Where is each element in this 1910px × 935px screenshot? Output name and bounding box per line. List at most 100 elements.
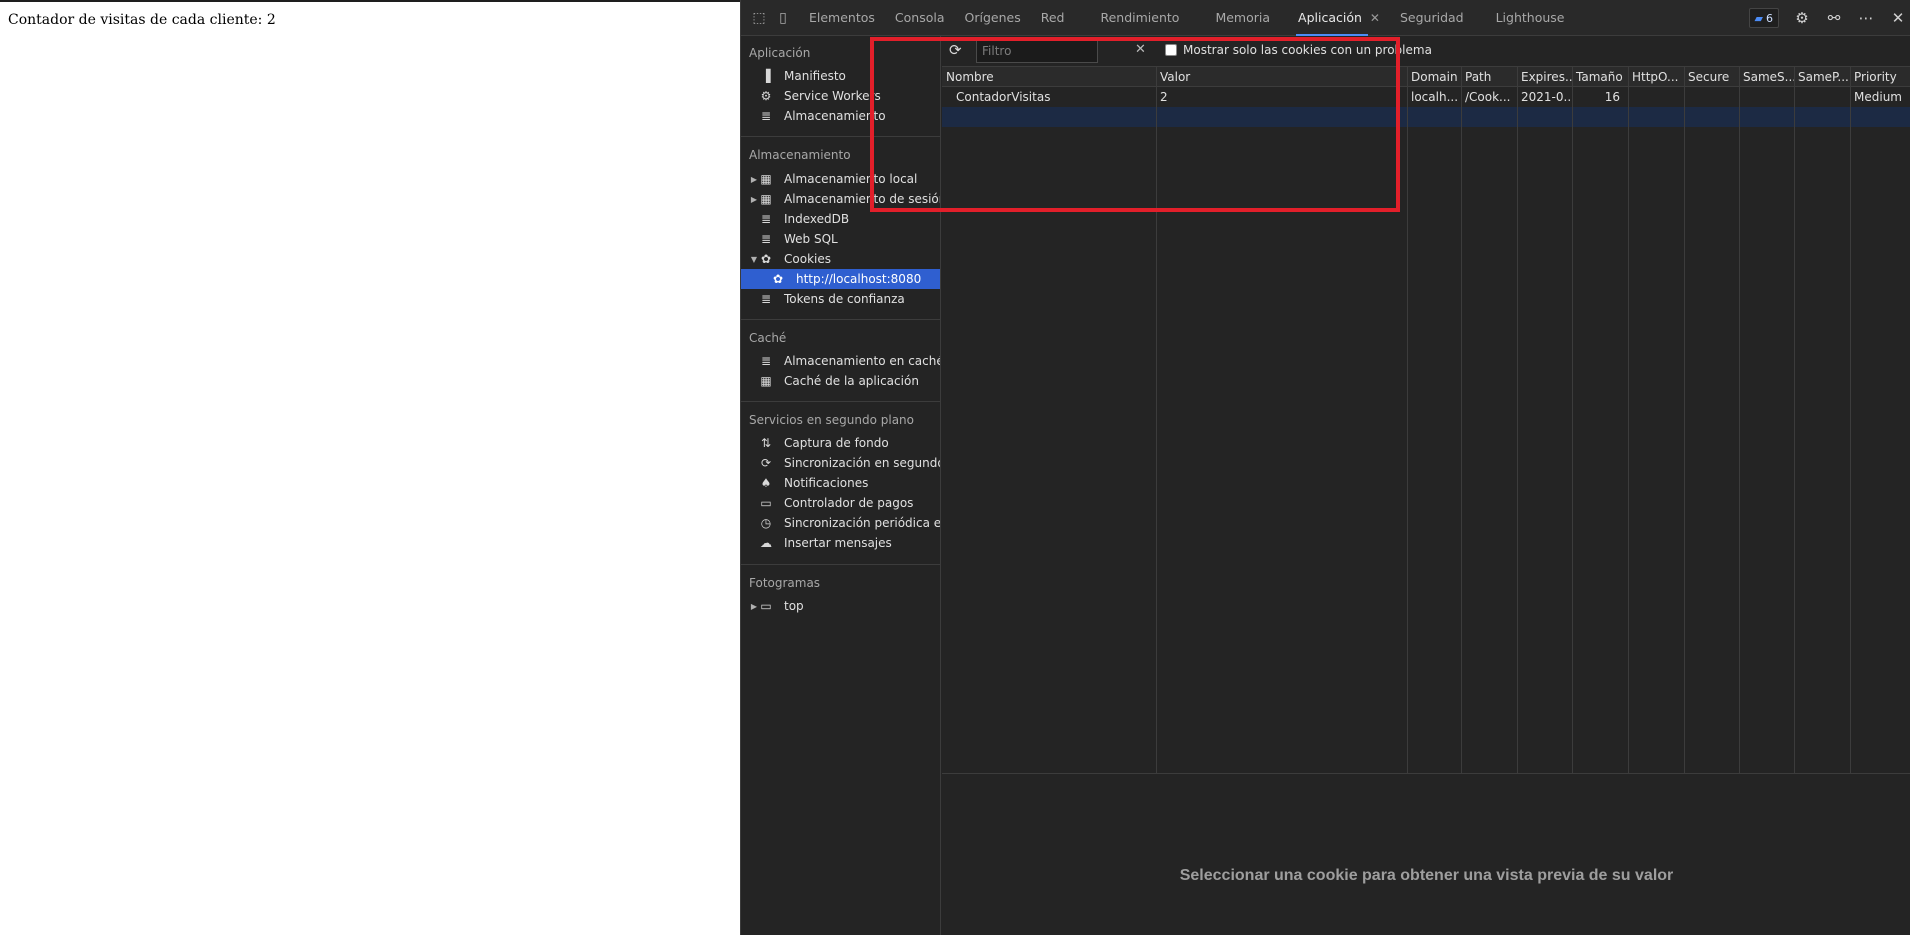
column-header-name[interactable]: Nombre [942, 67, 1156, 87]
cookie-preview-pane: Seleccionar una cookie para obtener una … [942, 774, 1910, 935]
cookie-domain-cell[interactable]: localh... [1407, 87, 1461, 107]
expand-arrow-icon[interactable]: ▶ [749, 195, 759, 204]
database-icon: ≣ [760, 212, 772, 226]
sidebar-item-storage[interactable]: ≣ Almacenamiento [741, 106, 940, 126]
cookie-samesite-cell[interactable] [1739, 87, 1794, 107]
gear-icon[interactable]: ⚙ [1793, 9, 1811, 27]
sidebar-item-label: Notificaciones [784, 476, 869, 490]
cloud-icon: ☁ [760, 536, 772, 550]
cookie-icon: ✿ [760, 252, 772, 266]
tab-label: Memoria [1215, 10, 1271, 25]
sidebar-item-websql[interactable]: ≣ Web SQL [741, 229, 940, 249]
sidebar-item-payment-handler[interactable]: ▭ Controlador de pagos [741, 493, 940, 513]
column-header-secure[interactable]: Secure [1684, 67, 1739, 87]
cookie-secure-cell[interactable] [1684, 87, 1739, 107]
column-divider[interactable] [1156, 67, 1157, 773]
sidebar-item-push-messaging[interactable]: ☁ Insertar mensajes [741, 533, 940, 553]
column-divider[interactable] [1572, 67, 1573, 773]
sidebar-item-cookies[interactable]: ▼ ✿ Cookies [741, 249, 940, 269]
tab-lighthouse[interactable]: Lighthouse [1486, 0, 1575, 36]
column-header-samesite[interactable]: SameS... [1739, 67, 1794, 87]
sidebar-item-manifest[interactable]: ▐ Manifiesto [741, 66, 940, 86]
clock-icon: ◷ [760, 516, 772, 530]
sidebar-item-indexeddb[interactable]: ≣ IndexedDB [741, 209, 940, 229]
clear-filter-icon[interactable]: ✕ [1135, 42, 1146, 57]
column-divider[interactable] [1684, 67, 1685, 773]
column-divider[interactable] [1794, 67, 1795, 773]
collapse-arrow-icon[interactable]: ▼ [749, 255, 759, 264]
tab-elementos[interactable]: Elementos [799, 0, 885, 36]
cookie-filter-input[interactable] [976, 39, 1098, 63]
section-title-almacenamiento: Almacenamiento [749, 148, 851, 162]
cookie-name-cell[interactable]: ContadorVisitas [952, 87, 1156, 107]
column-header-sameparty[interactable]: SameP... [1794, 67, 1850, 87]
inspect-element-icon[interactable]: ⬚ [749, 8, 769, 28]
refresh-icon[interactable]: ⟳ [949, 41, 962, 59]
column-divider[interactable] [1407, 67, 1408, 773]
cookie-size-cell[interactable]: 16 [1572, 87, 1628, 107]
sidebar-item-label: IndexedDB [784, 212, 850, 226]
tab-origenes[interactable]: Orígenes [955, 0, 1031, 36]
sidebar-item-label: Sincronización periódica en segundo plan… [784, 516, 941, 530]
column-header-size[interactable]: Tamaño [1572, 67, 1628, 87]
sidebar-item-local-storage[interactable]: ▶ ▦ Almacenamiento local [741, 169, 940, 189]
sidebar-item-session-storage[interactable]: ▶ ▦ Almacenamiento de sesión [741, 189, 941, 209]
sidebar-item-app-cache[interactable]: ▦ Caché de la aplicación [741, 371, 940, 391]
database-icon: ≣ [760, 354, 772, 368]
sidebar-item-background-fetch[interactable]: ⇅ Captura de fondo [741, 433, 940, 453]
column-header-httponly[interactable]: HttpO... [1628, 67, 1684, 87]
sidebar-item-service-workers[interactable]: ⚙ Service Workers [741, 86, 940, 106]
expand-arrow-icon[interactable]: ▶ [749, 602, 759, 611]
expand-arrow-icon[interactable]: ▶ [749, 175, 759, 184]
section-title-background-services: Servicios en segundo plano [749, 413, 914, 427]
column-divider[interactable] [1850, 67, 1851, 773]
sidebar-item-notifications[interactable]: ♠ Notificaciones [741, 473, 940, 493]
cookie-priority-cell[interactable]: Medium [1850, 87, 1910, 107]
sidebar-item-trust-tokens[interactable]: ≣ Tokens de confianza [741, 289, 940, 309]
only-issues-checkbox[interactable] [1165, 44, 1177, 56]
tab-label: Orígenes [964, 10, 1021, 25]
database-icon: ≣ [760, 232, 772, 246]
only-issues-checkbox-label[interactable]: Mostrar solo las cookies con un problema [1165, 43, 1432, 57]
cookie-value-cell[interactable]: 2 [1156, 87, 1407, 107]
column-header-priority[interactable]: Priority [1850, 67, 1910, 87]
issues-icon: ▰ [1754, 11, 1763, 25]
tab-seguridad[interactable]: Seguridad [1390, 0, 1486, 36]
sidebar-item-cookie-origin[interactable]: ✿ http://localhost:8080 [741, 269, 940, 289]
close-tab-icon[interactable]: ✕ [1370, 11, 1380, 25]
column-header-domain[interactable]: Domain [1407, 67, 1461, 87]
column-header-path[interactable]: Path [1461, 67, 1517, 87]
sidebar-item-frame-top[interactable]: ▶ ▭ top [741, 596, 940, 616]
tab-memoria[interactable]: Memoria [1205, 0, 1288, 36]
cookies-panel: ⟳ ✕ Mostrar solo las cookies con un prob… [942, 36, 1910, 935]
cookie-path-cell[interactable]: /Cook... [1461, 87, 1517, 107]
sidebar-item-background-sync[interactable]: ⟳ Sincronización en segundo plano [741, 453, 940, 473]
close-devtools-icon[interactable]: ✕ [1889, 9, 1907, 27]
column-divider[interactable] [1517, 67, 1518, 773]
connect-icon[interactable]: ⚯ [1825, 9, 1843, 27]
window-icon: ▭ [760, 599, 772, 613]
tab-red[interactable]: Red [1031, 0, 1091, 36]
sidebar-item-cache-storage[interactable]: ≣ Almacenamiento en caché [741, 351, 940, 371]
tab-rendimiento[interactable]: Rendimiento [1090, 0, 1205, 36]
tab-aplicacion[interactable]: Aplicación ✕ [1288, 0, 1390, 36]
sidebar-item-label: Almacenamiento de sesión [784, 192, 941, 206]
column-divider[interactable] [1739, 67, 1740, 773]
column-divider[interactable] [1461, 67, 1462, 773]
issues-badge[interactable]: ▰ 6 [1748, 8, 1779, 28]
cookie-expires-cell[interactable]: 2021-0... [1517, 87, 1572, 107]
selected-empty-row[interactable] [942, 107, 1910, 127]
cookie-sameparty-cell[interactable] [1794, 87, 1850, 107]
sidebar-item-label: Web SQL [784, 232, 838, 246]
device-toolbar-icon[interactable]: ▯ [773, 8, 793, 28]
more-options-icon[interactable]: ⋯ [1857, 9, 1875, 27]
cookie-httponly-cell[interactable] [1628, 87, 1684, 107]
sidebar-divider [741, 136, 940, 137]
tab-consola[interactable]: Consola [885, 0, 955, 36]
column-header-expires[interactable]: Expires... [1517, 67, 1572, 87]
column-divider[interactable] [1628, 67, 1629, 773]
column-header-value[interactable]: Valor [1156, 67, 1407, 87]
sidebar-item-periodic-sync[interactable]: ◷ Sincronización periódica en segundo pl… [741, 513, 941, 533]
table-icon: ▦ [760, 192, 772, 206]
devtools-panel: ⬚ ▯ Elementos Consola Orígenes Red Rendi… [740, 0, 1910, 935]
